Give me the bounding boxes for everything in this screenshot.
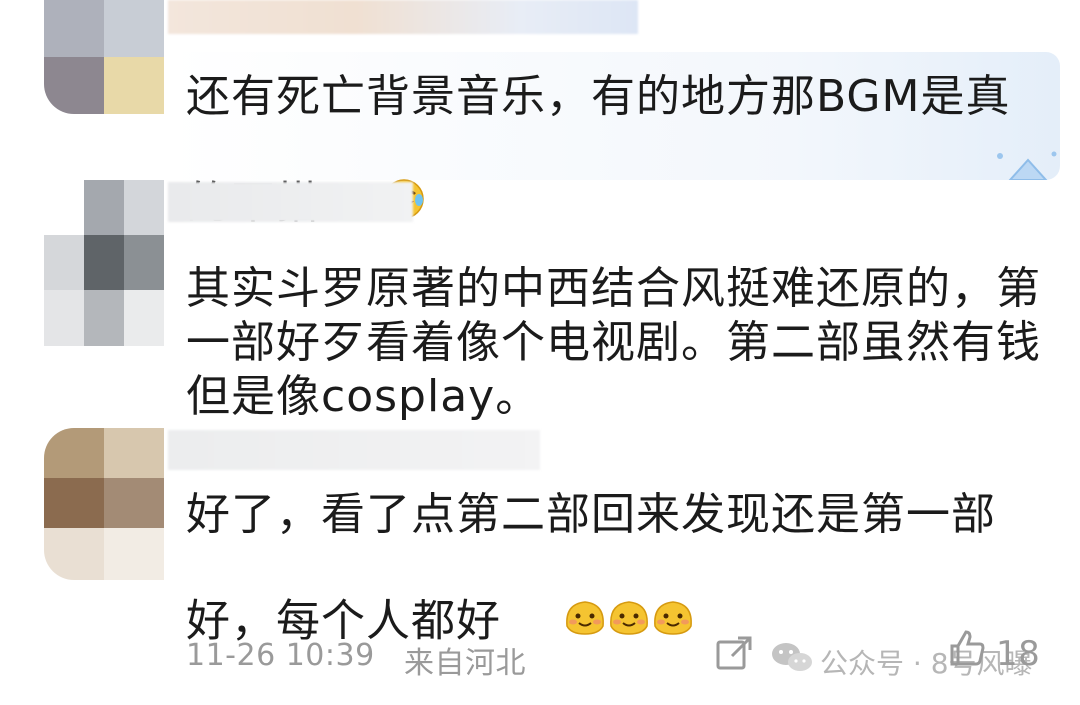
- username-blurred[interactable]: [168, 430, 540, 470]
- comment-location: 来自河北: [404, 646, 526, 681]
- comment-timestamp: 11-26 10:39: [186, 638, 375, 673]
- avatar[interactable]: [44, 428, 164, 580]
- username-blurred[interactable]: [168, 182, 413, 222]
- thumbs-up-icon[interactable]: [946, 628, 986, 668]
- blushing-blob-emoji-icon: [503, 542, 695, 705]
- like-count: 18: [996, 634, 1041, 674]
- wechat-logo-icon: [770, 640, 814, 676]
- avatar[interactable]: [44, 180, 164, 346]
- avatar[interactable]: [44, 0, 164, 114]
- comment-text-1: 还有死亡背景音乐，有的地方那BGM是真 的不搭: [186, 70, 1046, 287]
- comment-text-2: 其实斗罗原著的中西结合风挺难还原的，第 一部好歹看着像个电视剧。第二部虽然有钱 …: [186, 263, 1041, 422]
- share-icon[interactable]: [714, 634, 754, 674]
- username-blurred[interactable]: [168, 0, 638, 34]
